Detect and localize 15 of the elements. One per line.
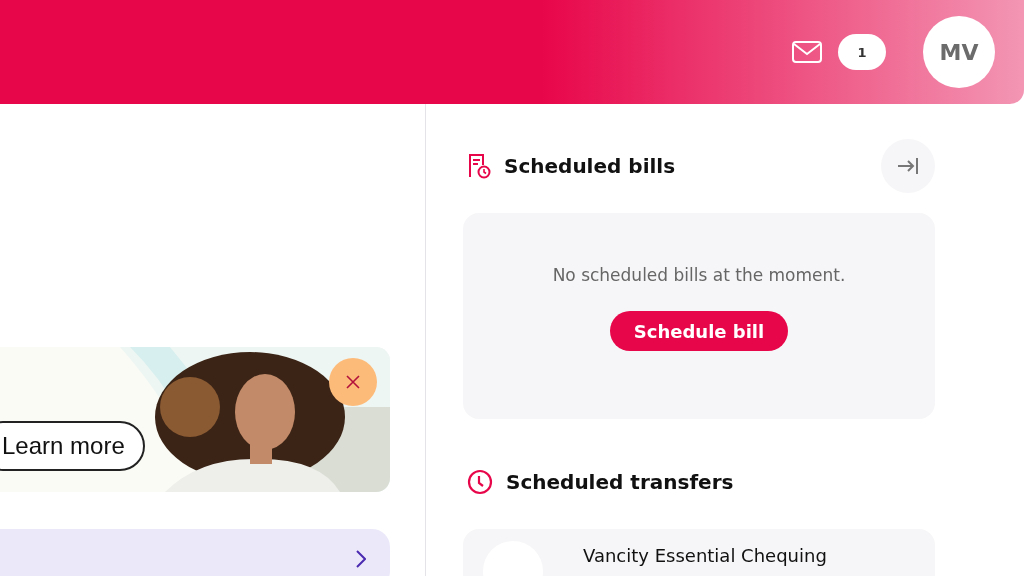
account-name: Vancity Essential Chequing xyxy=(583,545,827,566)
empty-message: No scheduled bills at the moment. xyxy=(552,265,846,285)
clock-icon xyxy=(467,469,493,495)
avatar-button[interactable]: MV xyxy=(923,16,995,88)
unread-count[interactable]: 1 xyxy=(838,34,886,70)
schedule-bill-button[interactable]: Schedule bill xyxy=(609,311,789,351)
chevron-right-icon xyxy=(356,550,366,568)
mail-icon[interactable] xyxy=(792,41,822,63)
section-title: Scheduled transfers xyxy=(506,470,735,494)
arrow-to-line-icon xyxy=(897,157,919,175)
transfer-item[interactable]: Vancity Essential Chequing xyxy=(463,529,935,576)
learn-more-button[interactable]: Learn more xyxy=(0,421,145,471)
close-icon xyxy=(346,375,360,389)
bill-clock-icon xyxy=(467,153,491,179)
section-title: Scheduled bills xyxy=(504,154,677,178)
